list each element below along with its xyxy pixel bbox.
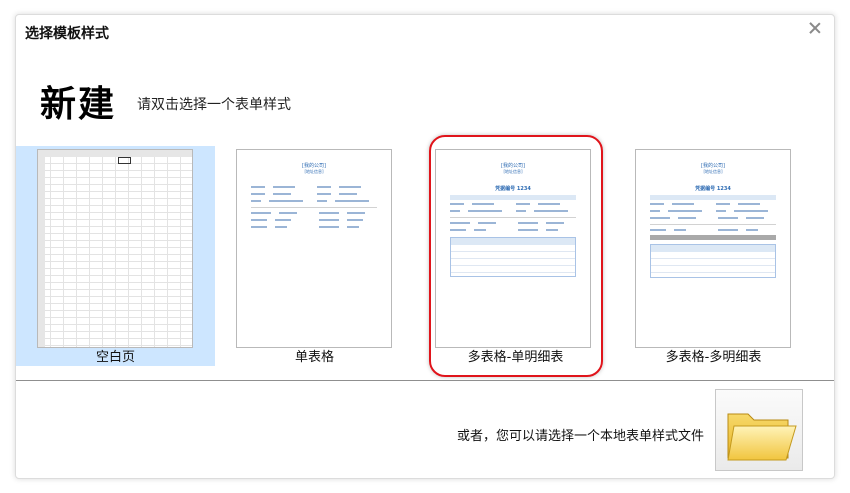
folder-open-icon	[727, 413, 797, 461]
multi-multi-detail-thumbnail: [我的公司] [地址信息] 凭据编号 1234	[635, 149, 791, 348]
divider	[16, 380, 834, 381]
page-subtitle: 请双击选择一个表单样式	[137, 97, 291, 113]
blank-sheet-thumbnail	[37, 149, 193, 348]
template-multi-multi-detail[interactable]: [我的公司] [地址信息] 凭据编号 1234 多表格-多明细表	[614, 146, 813, 366]
template-label: 空白页	[95, 350, 135, 365]
open-local-file-button[interactable]	[715, 389, 803, 471]
close-icon[interactable]	[807, 20, 823, 36]
local-file-prompt: 或者，您可以请选择一个本地表单样式文件	[456, 429, 704, 444]
template-blank[interactable]: 空白页	[16, 146, 215, 366]
dialog-title: 选择模板样式	[25, 26, 109, 42]
template-multi-single-detail[interactable]: [我的公司] [地址信息] 凭据编号 1234 多表格-单明细表	[416, 146, 615, 366]
template-single-table[interactable]: [我的公司] [地址信息] 单表格	[215, 146, 414, 366]
template-label: 多表格-单明细表	[467, 350, 564, 365]
template-label: 多表格-多明细表	[665, 350, 762, 365]
template-label: 单表格	[294, 350, 334, 365]
template-dialog: 选择模板样式 新建 请双击选择一个表单样式 空白页 [我的公司] [地址信息] 单…	[15, 14, 835, 479]
page-title: 新建	[40, 84, 117, 125]
single-table-thumbnail: [我的公司] [地址信息]	[236, 149, 392, 348]
multi-single-detail-thumbnail: [我的公司] [地址信息] 凭据编号 1234	[435, 149, 591, 348]
